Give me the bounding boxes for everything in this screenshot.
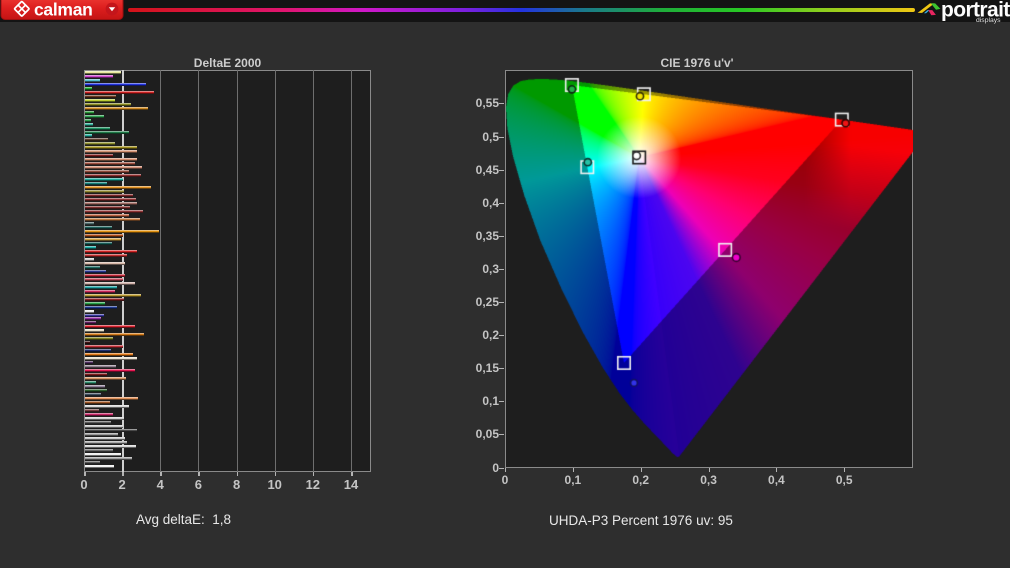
- svg-text:displays: displays: [976, 17, 1001, 24]
- svg-text:calman: calman: [34, 0, 93, 20]
